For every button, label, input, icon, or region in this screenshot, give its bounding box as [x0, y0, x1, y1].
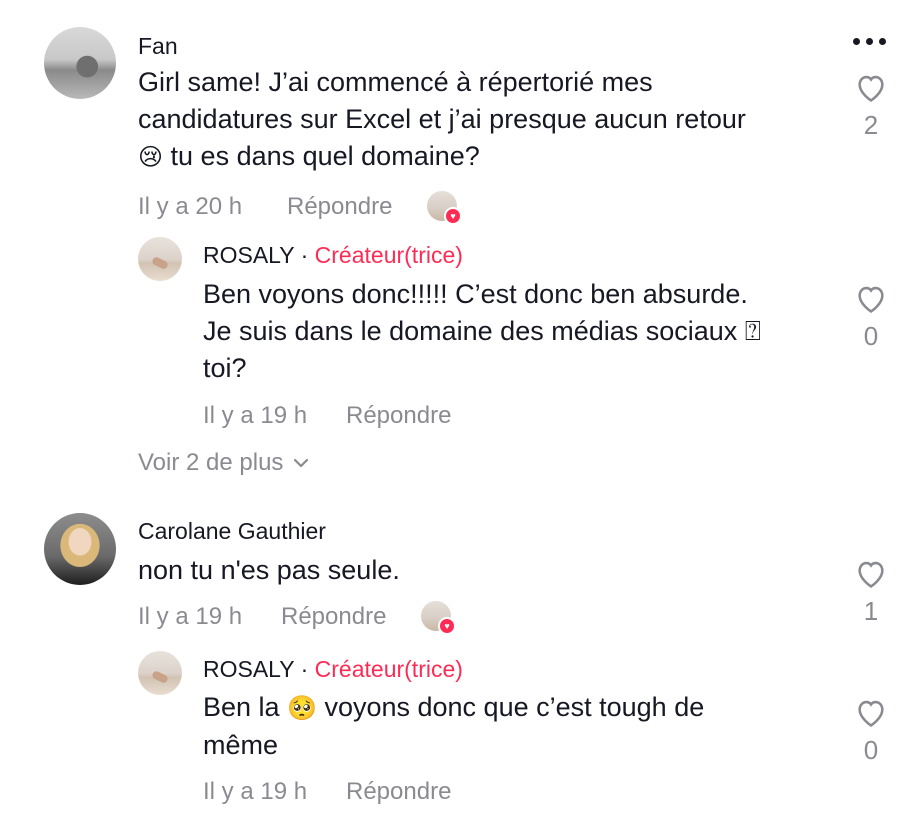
- reply-button[interactable]: Répondre: [281, 603, 386, 631]
- comment-text-line: Ben voyons donc!!!!! C’est donc ben absu…: [203, 279, 748, 309]
- comment-text-line: non tu n'es pas seule.: [138, 555, 400, 585]
- comment-author: ROSALY · Créateur(trice): [203, 242, 463, 268]
- creator-badge: Créateur(trice): [314, 242, 463, 268]
- comment-author[interactable]: Carolane Gauthier: [138, 518, 326, 545]
- comment-text: non tu n'es pas seule.: [138, 552, 828, 589]
- like-count: 0: [863, 735, 879, 765]
- heart-outline-icon: [858, 75, 884, 102]
- reply-button[interactable]: Répondre: [346, 778, 451, 806]
- reply-button[interactable]: Répondre: [346, 402, 451, 430]
- comment-text-line: candidatures sur Excel et j’ai presque a…: [138, 104, 746, 134]
- like-button[interactable]: 0: [853, 283, 889, 352]
- heart-outline-icon: [858, 700, 884, 727]
- avatar[interactable]: [44, 27, 116, 99]
- liked-heart-badge: ♥: [438, 617, 456, 635]
- view-more-label: Voir 2 de plus: [138, 449, 284, 476]
- comment-text-line: toi?: [203, 353, 247, 383]
- creator-badge: Créateur(trice): [314, 656, 463, 682]
- comment-timestamp: Il y a 19 h: [203, 402, 308, 429]
- comment-timestamp: Il y a 19 h: [138, 603, 243, 630]
- heart-outline-icon: [858, 561, 884, 588]
- crying-emoji: 😢: [138, 143, 164, 171]
- reply-author[interactable]: ROSALY: [203, 656, 294, 682]
- comment-author: ROSALY · Créateur(trice): [203, 656, 463, 682]
- like-count: 0: [863, 321, 879, 351]
- reply-author[interactable]: ROSALY: [203, 242, 294, 268]
- like-button[interactable]: 2: [853, 72, 889, 141]
- pleading-emoji: 🥺: [287, 694, 317, 722]
- comment-timestamp: Il y a 20 h: [138, 193, 243, 220]
- chevron-down-icon: [294, 458, 309, 468]
- like-count: 1: [863, 596, 879, 626]
- reply-button[interactable]: Répondre: [287, 193, 392, 221]
- avatar[interactable]: [138, 237, 182, 281]
- liked-heart-badge: ♥: [444, 207, 462, 225]
- comment-text-line: Je suis dans le domaine des médias socia…: [203, 316, 761, 346]
- comment-author[interactable]: Fan: [138, 33, 178, 60]
- like-button[interactable]: 0: [853, 697, 889, 766]
- avatar[interactable]: [138, 651, 182, 695]
- heart-outline-icon: [858, 286, 884, 313]
- comment-text-line: Girl same! J’ai commencé à répertorié me…: [138, 67, 653, 97]
- avatar[interactable]: [44, 513, 116, 585]
- comment-text-line: même: [203, 730, 279, 760]
- like-button[interactable]: 1: [853, 558, 889, 627]
- comment-text: Ben la 🥺 voyons donc que c’est tough de …: [203, 689, 833, 764]
- comment-text: Girl same! J’ai commencé à répertorié me…: [138, 64, 828, 176]
- comment-timestamp: Il y a 19 h: [203, 778, 308, 805]
- comment-text-line: 😢 tu es dans quel domaine?: [138, 141, 480, 171]
- view-more-replies-button[interactable]: Voir 2 de plus: [138, 449, 309, 477]
- like-count: 2: [863, 110, 879, 140]
- more-options-icon[interactable]: [853, 38, 886, 45]
- comment-text: Ben voyons donc!!!!! C’est donc ben absu…: [203, 276, 833, 387]
- comment-text-line: Ben la 🥺 voyons donc que c’est tough de: [203, 692, 705, 722]
